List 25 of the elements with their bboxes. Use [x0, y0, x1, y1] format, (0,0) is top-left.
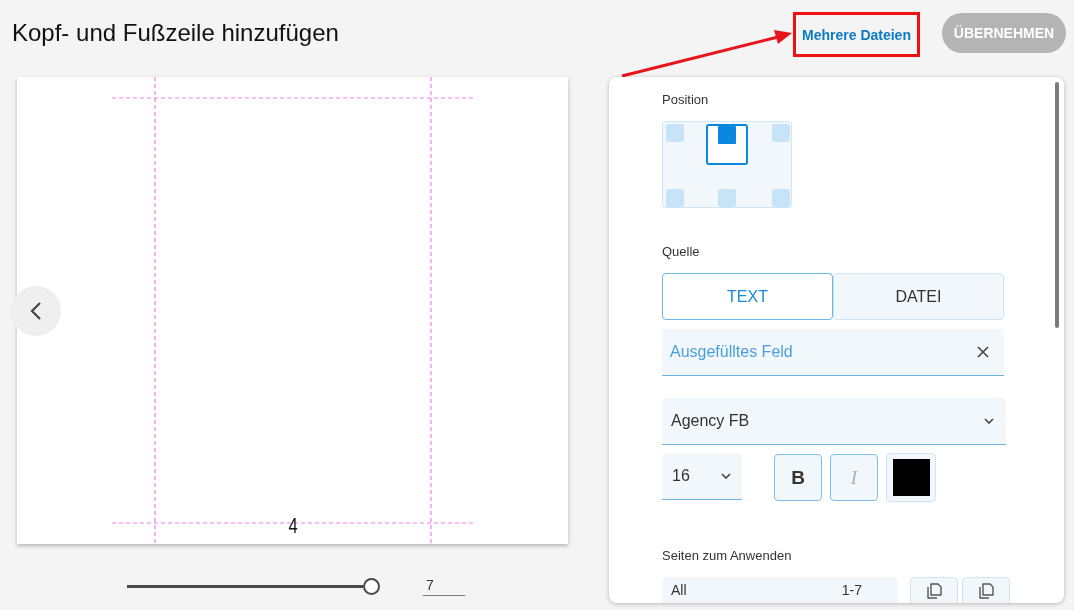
close-icon[interactable] — [977, 346, 989, 358]
page-number: 4 — [288, 512, 298, 538]
position-slot[interactable] — [706, 124, 748, 165]
documents-icon — [978, 583, 994, 599]
page-slider-track[interactable] — [127, 585, 363, 588]
page-count-field[interactable]: 7 — [423, 577, 465, 596]
chevron-down-icon — [984, 418, 994, 424]
square-icon — [718, 126, 736, 144]
font-size-select[interactable]: 16 — [662, 453, 742, 500]
chevron-down-icon — [721, 473, 731, 479]
pages-label: Seiten zum Anwenden — [662, 548, 793, 564]
source-label: Quelle — [662, 244, 701, 260]
bold-button[interactable]: B — [774, 454, 822, 501]
source-tab[interactable]: DATEI — [833, 273, 1004, 320]
documents-icon — [926, 583, 942, 599]
pages-field[interactable]: All 1-7 — [662, 577, 898, 603]
chevron-left-icon — [30, 301, 42, 321]
source-tab[interactable]: TEXT — [662, 273, 833, 320]
page-title: Kopf- und Fußzeile hinzufügen — [12, 19, 339, 47]
color-button[interactable] — [886, 453, 936, 502]
multiple-files-link[interactable]: Mehrere Dateien — [802, 26, 911, 43]
scrollbar[interactable] — [1055, 82, 1059, 328]
slider-thumb[interactable] — [363, 578, 380, 595]
position-label: Position — [662, 92, 710, 108]
font-family-select[interactable]: Agency FB — [662, 398, 1006, 445]
